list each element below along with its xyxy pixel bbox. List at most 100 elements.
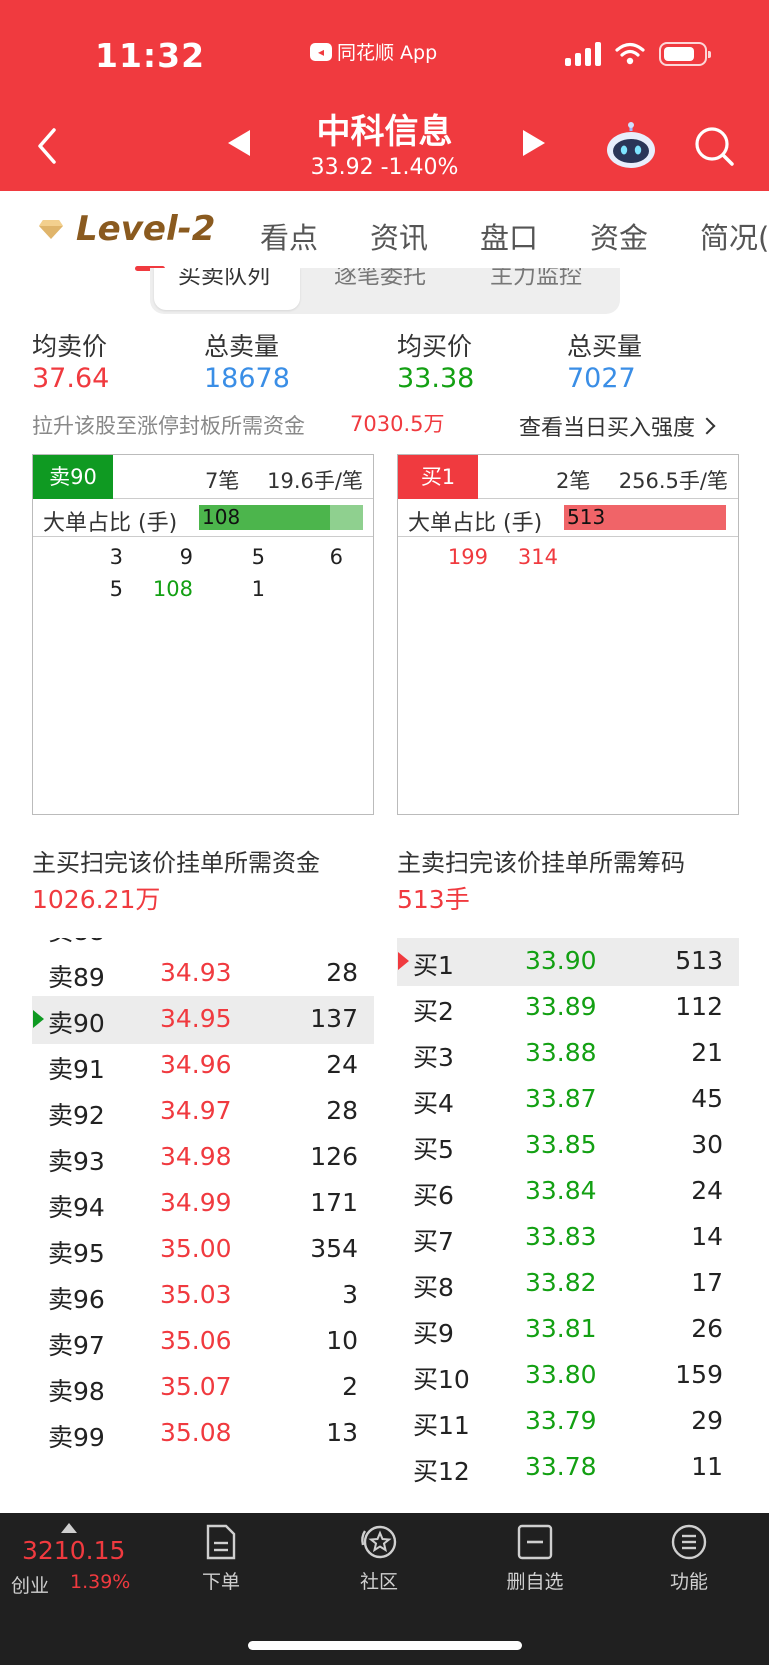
- battery-icon: [659, 42, 711, 66]
- avg-buy-value: 33.38: [397, 363, 475, 394]
- buy-level-label: 买11: [413, 1411, 470, 1440]
- sell-row[interactable]: 卖98 35.07 2: [32, 1364, 374, 1412]
- tab-funds[interactable]: 资金: [590, 215, 648, 257]
- total-buy-label: 总买量: [567, 332, 643, 361]
- queue-cell: 1: [251, 577, 265, 601]
- sell-row[interactable]: 卖99 35.08 13: [32, 1410, 374, 1458]
- buy-volume: 14: [691, 1222, 723, 1251]
- sell-row[interactable]: 卖90 34.95 137: [32, 996, 374, 1044]
- segment-tick-orders[interactable]: 逐笔委托: [334, 268, 426, 290]
- buy-level-label: 买7: [413, 1227, 454, 1256]
- bottom-functions-button[interactable]: 功能: [634, 1523, 744, 1594]
- tab-orderbook[interactable]: 盘口: [480, 215, 538, 257]
- ai-assistant-icon[interactable]: [604, 122, 658, 170]
- limit-up-funds-label: 拉升该股至涨停封板所需资金: [32, 414, 305, 438]
- sell-row[interactable]: 卖91 34.96 24: [32, 1042, 374, 1090]
- buy-row[interactable]: 买6 33.84 24: [397, 1168, 739, 1216]
- buy-level-label: 买8: [413, 1273, 454, 1302]
- queue-cell: 199: [447, 545, 488, 569]
- sell-level-label: 卖99: [48, 1423, 105, 1452]
- buy-row[interactable]: 买8 33.82 17: [397, 1260, 739, 1308]
- search-icon[interactable]: [692, 124, 736, 168]
- total-sell-value: 18678: [204, 363, 290, 394]
- sell-volume: 171: [310, 1188, 358, 1217]
- remove-watchlist-icon: [517, 1524, 553, 1560]
- tab-level2-label: Level-2: [76, 209, 216, 249]
- buy-row[interactable]: 买12 33.78 11: [397, 1444, 739, 1492]
- sell-level-label: 卖90: [48, 1009, 105, 1038]
- sell-sweep-shares-label: 主卖扫完该价挂单所需筹码: [397, 849, 685, 877]
- buy-level-label: 买1: [413, 951, 454, 980]
- buy-order-count: 2笔: [556, 469, 591, 493]
- tab-level2[interactable]: Level-2: [38, 209, 215, 249]
- sell-row[interactable]: 卖96 35.03 3: [32, 1272, 374, 1320]
- bottom-community-label: 社区: [359, 1571, 398, 1593]
- tab-profile[interactable]: 简况(: [700, 215, 769, 257]
- sell-price: 35.08: [160, 1418, 232, 1447]
- source-app-label: 同花顺 App: [337, 42, 438, 64]
- buy-intensity-link[interactable]: 查看当日买入强度: [519, 410, 716, 442]
- sell-row[interactable]: 卖94 34.99 171: [32, 1180, 374, 1228]
- sell-volume: 28: [326, 958, 358, 987]
- source-app[interactable]: ◂ 同花顺 App: [310, 38, 437, 65]
- sell-price: 35.06: [160, 1326, 232, 1355]
- tab-news[interactable]: 资讯: [370, 215, 428, 257]
- sell-row[interactable]: 卖95 35.00 354: [32, 1226, 374, 1274]
- buy-level-label: 买12: [413, 1457, 470, 1486]
- bottom-community-button[interactable]: 社区: [324, 1523, 434, 1594]
- buy-volume: 159: [675, 1360, 723, 1389]
- sell-row[interactable]: 卖93 34.98 126: [32, 1134, 374, 1182]
- avg-sell-label: 均卖价: [32, 332, 108, 361]
- buy-price: 33.89: [525, 992, 597, 1021]
- sell-price: 35.00: [160, 1234, 232, 1263]
- buy-row[interactable]: 买5 33.85 30: [397, 1122, 739, 1170]
- sell-price: 34.96: [160, 1050, 232, 1079]
- buy-level-label: 买10: [413, 1365, 470, 1394]
- buy-row[interactable]: 买10 33.80 159: [397, 1352, 739, 1400]
- buy-row[interactable]: 买3 33.88 21: [397, 1030, 739, 1078]
- sell-level-label: 卖96: [48, 1285, 105, 1314]
- buy-price: 33.81: [525, 1314, 597, 1343]
- buy-volume: 29: [691, 1406, 723, 1435]
- buy-row[interactable]: 买7 33.83 14: [397, 1214, 739, 1262]
- buy-level-label: 买2: [413, 997, 454, 1026]
- queue-cell: 5: [251, 545, 265, 569]
- buy-price: 33.80: [525, 1360, 597, 1389]
- buy-order-book[interactable]: 买1 33.90 513 买2 33.89 112 买3 33.88 21 买4 33.87 45 买5…: [397, 938, 739, 1494]
- next-stock-icon[interactable]: [523, 130, 545, 156]
- current-level-marker-icon: [398, 952, 409, 970]
- index-change-pct: 1.39%: [70, 1571, 131, 1593]
- segment-main-force[interactable]: 主力监控: [490, 268, 582, 290]
- chevron-right-icon: [698, 417, 716, 435]
- buy-row[interactable]: 买4 33.87 45: [397, 1076, 739, 1124]
- buy-row[interactable]: 买9 33.81 26: [397, 1306, 739, 1354]
- sell-row[interactable]: 卖97 35.06 10: [32, 1318, 374, 1366]
- sell-volume: 28: [326, 1096, 358, 1125]
- buy-sweep-funds-value: 1026.21万: [32, 885, 161, 914]
- sell-queue-panel: 卖90 7笔 19.6手/笔 大单占比 (手) 108 3 9 5 6 5 10…: [32, 454, 374, 815]
- tab-highlights[interactable]: 看点: [260, 215, 318, 257]
- queue-segment-control: 买卖队列 逐笔委托 主力监控: [150, 268, 620, 314]
- bottom-bar: 3210.15 创业 1.39% 下单 社区 删自选 功能: [0, 1513, 769, 1665]
- buy-row[interactable]: 买11 33.79 29: [397, 1398, 739, 1446]
- buy-big-order-row: 大单占比 (手) 513: [398, 499, 738, 537]
- sell-row[interactable]: 卖92 34.97 28: [32, 1088, 374, 1136]
- buy-big-order-bar: 513: [564, 505, 726, 530]
- bottom-remove-watchlist-button[interactable]: 删自选: [480, 1523, 590, 1594]
- sell-row[interactable]: 卖89 34.93 28: [32, 950, 374, 998]
- buy-row[interactable]: 买2 33.89 112: [397, 984, 739, 1032]
- sell-level-label: 卖97: [48, 1331, 105, 1360]
- sell-order-book[interactable]: 卖88 34.91 6 卖89 34.93 28 卖90 34.95 137 卖91 34.96 24…: [32, 938, 374, 1494]
- buy-level-label: 买9: [413, 1319, 454, 1348]
- bottom-order-button[interactable]: 下单: [166, 1523, 276, 1594]
- index-name: 创业: [11, 1575, 50, 1597]
- segment-buy-sell-queue[interactable]: 买卖队列: [178, 268, 270, 290]
- home-indicator[interactable]: [248, 1641, 522, 1650]
- total-sell-label: 总卖量: [204, 332, 280, 361]
- buy-row[interactable]: 买1 33.90 513: [397, 938, 739, 986]
- buy-level-label: 买6: [413, 1181, 454, 1210]
- buy-price: 33.87: [525, 1084, 597, 1113]
- buy-price: 33.85: [525, 1130, 597, 1159]
- sell-price: 34.99: [160, 1188, 232, 1217]
- community-star-icon: [361, 1525, 397, 1559]
